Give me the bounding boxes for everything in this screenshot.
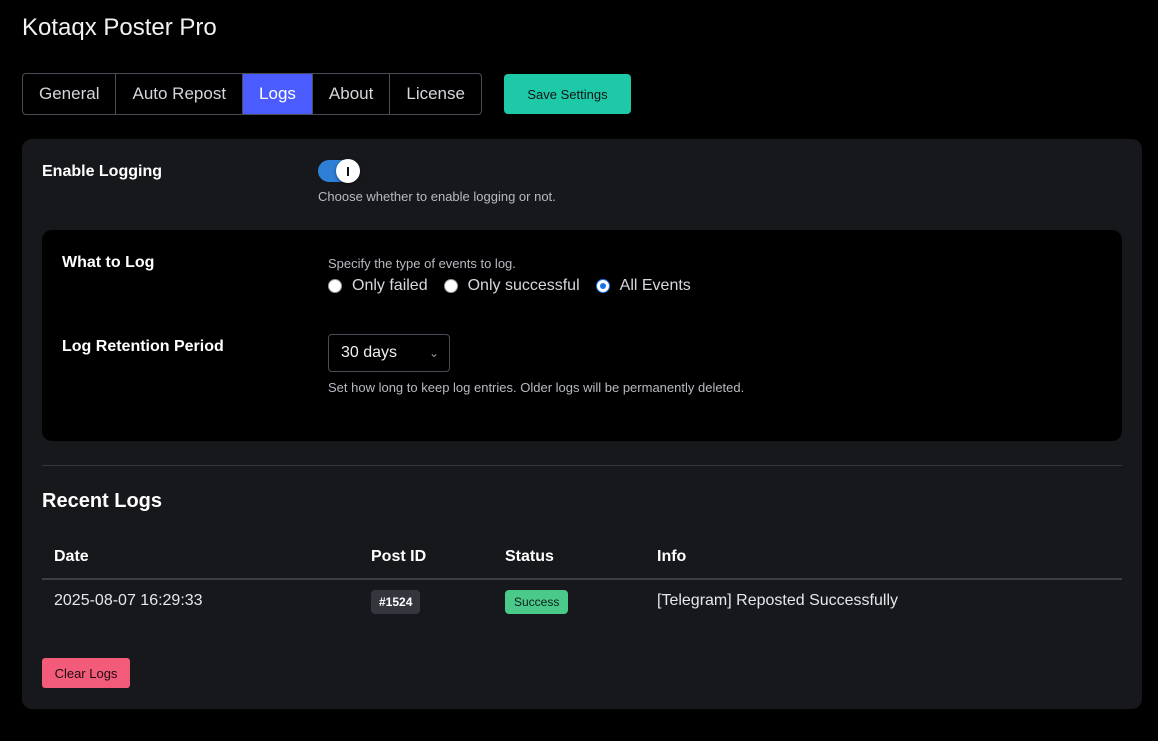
log-retention-value: 30 days <box>341 344 398 361</box>
radio-only-successful-label: Only successful <box>467 277 580 294</box>
tab-bar: General Auto Repost Logs About License <box>22 73 482 115</box>
recent-logs-title: Recent Logs <box>42 490 163 512</box>
toggle-knob <box>336 159 360 183</box>
enable-logging-label: Enable Logging <box>42 163 162 180</box>
enable-logging-toggle[interactable] <box>318 159 360 183</box>
tab-logs[interactable]: Logs <box>243 74 313 114</box>
tab-general[interactable]: General <box>23 74 117 114</box>
radio-only-failed-label: Only failed <box>352 277 428 294</box>
tab-about[interactable]: About <box>313 74 391 114</box>
section-divider <box>42 465 1122 466</box>
table-header: Date Post ID Status Info <box>42 540 1122 580</box>
column-header-status: Status <box>505 548 554 565</box>
tab-auto-repost[interactable]: Auto Repost <box>116 74 244 114</box>
logs-panel: Enable Logging Choose whether to enable … <box>22 139 1142 709</box>
radio-only-successful[interactable]: Only successful <box>443 277 580 295</box>
radio-only-failed-circle[interactable] <box>328 279 342 293</box>
radio-all-events-circle[interactable] <box>595 279 610 293</box>
chevron-down-icon: ⌄ <box>428 346 439 360</box>
log-retention-label: Log Retention Period <box>62 338 224 355</box>
column-header-date: Date <box>54 548 89 565</box>
recent-logs-table: Date Post ID Status Info 2025-08-07 16:2… <box>42 540 1122 626</box>
log-info: [Telegram] Reposted Successfully <box>657 592 898 609</box>
radio-all-events[interactable]: All Events <box>595 277 691 295</box>
status-badge: Success <box>505 590 569 614</box>
app-title: Kotaqx Poster Pro <box>22 14 217 41</box>
what-to-log-radio-group: Only failed Only successful All Events <box>328 277 707 295</box>
table-row: 2025-08-07 16:29:33 #1524 Success [Teleg… <box>42 580 1122 626</box>
log-date: 2025-08-07 16:29:33 <box>54 592 203 609</box>
what-to-log-label: What to Log <box>62 254 155 271</box>
log-retention-description: Set how long to keep log entries. Older … <box>328 380 745 395</box>
column-header-info: Info <box>657 548 687 565</box>
what-to-log-description: Specify the type of events to log. <box>328 256 516 271</box>
post-id-badge: #1524 <box>371 590 421 614</box>
enable-logging-description: Choose whether to enable logging or not. <box>318 189 556 204</box>
clear-logs-button[interactable]: Clear Logs <box>42 658 130 688</box>
tab-license[interactable]: License <box>390 74 481 114</box>
save-settings-button[interactable]: Save Settings <box>504 74 631 114</box>
log-retention-select[interactable]: 30 days ⌄ <box>328 334 450 372</box>
logging-options-box: What to Log Specify the type of events t… <box>42 230 1122 441</box>
radio-only-failed[interactable]: Only failed <box>328 277 428 295</box>
radio-all-events-label: All Events <box>619 277 691 294</box>
radio-only-successful-circle[interactable] <box>443 279 458 293</box>
column-header-post-id: Post ID <box>371 548 427 565</box>
